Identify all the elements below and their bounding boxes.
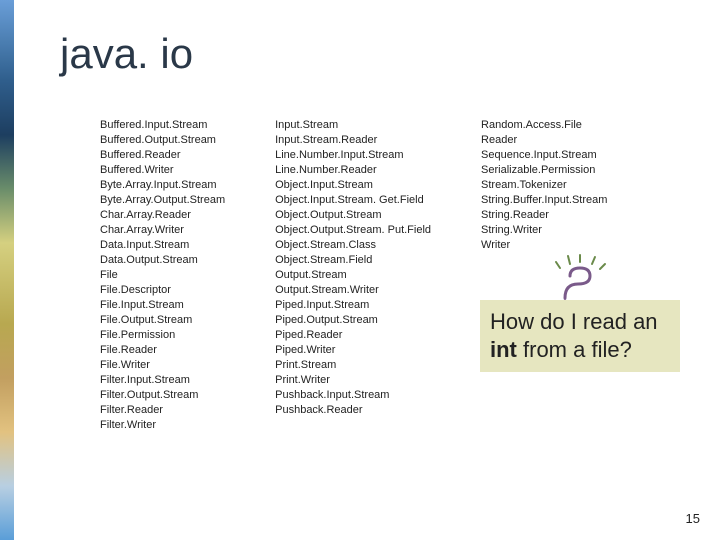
class-item: Object.Output.Stream (275, 208, 431, 223)
class-item: Byte.Array.Input.Stream (100, 178, 225, 193)
class-item: Print.Stream (275, 358, 431, 373)
class-item: File.Writer (100, 358, 225, 373)
class-item: Object.Stream.Field (275, 253, 431, 268)
class-item: String.Reader (481, 208, 607, 223)
class-item: Pushback.Input.Stream (275, 388, 431, 403)
question-callout: How do I read an int from a file? (480, 300, 680, 372)
class-item: Output.Stream (275, 268, 431, 283)
class-item: Object.Input.Stream (275, 178, 431, 193)
class-item: Buffered.Writer (100, 163, 225, 178)
class-item: Pushback.Reader (275, 403, 431, 418)
class-item: Filter.Writer (100, 418, 225, 433)
class-item: Char.Array.Reader (100, 208, 225, 223)
column-1: Buffered.Input.StreamBuffered.Output.Str… (100, 118, 225, 433)
question-text-bold: int (490, 337, 517, 362)
class-item: Filter.Reader (100, 403, 225, 418)
class-item: File.Input.Stream (100, 298, 225, 313)
class-item: Input.Stream (275, 118, 431, 133)
class-item: File.Descriptor (100, 283, 225, 298)
class-item: Byte.Array.Output.Stream (100, 193, 225, 208)
class-item: File (100, 268, 225, 283)
confused-question-icon (550, 254, 610, 304)
decorative-left-strip (0, 0, 14, 540)
class-item: String.Buffer.Input.Stream (481, 193, 607, 208)
class-item: Piped.Reader (275, 328, 431, 343)
class-item: Filter.Output.Stream (100, 388, 225, 403)
class-item: Stream.Tokenizer (481, 178, 607, 193)
class-item: Print.Writer (275, 373, 431, 388)
class-item: Piped.Input.Stream (275, 298, 431, 313)
class-item: Line.Number.Reader (275, 163, 431, 178)
class-item: Writer (481, 238, 607, 253)
question-text-post: from a file? (517, 337, 632, 362)
class-item: Input.Stream.Reader (275, 133, 431, 148)
class-item: Serializable.Permission (481, 163, 607, 178)
class-item: Buffered.Reader (100, 148, 225, 163)
class-item: File.Output.Stream (100, 313, 225, 328)
page-number: 15 (686, 511, 700, 526)
class-item: Data.Output.Stream (100, 253, 225, 268)
class-item: Line.Number.Input.Stream (275, 148, 431, 163)
class-item: Reader (481, 133, 607, 148)
slide-title: java. io (60, 30, 193, 78)
class-item: Sequence.Input.Stream (481, 148, 607, 163)
class-item: Object.Input.Stream. Get.Field (275, 193, 431, 208)
class-item: File.Permission (100, 328, 225, 343)
class-item: Buffered.Input.Stream (100, 118, 225, 133)
class-item: Char.Array.Writer (100, 223, 225, 238)
class-item: Piped.Writer (275, 343, 431, 358)
column-2: Input.StreamInput.Stream.ReaderLine.Numb… (275, 118, 431, 433)
class-item: Buffered.Output.Stream (100, 133, 225, 148)
class-item: Filter.Input.Stream (100, 373, 225, 388)
question-text-pre: How do I read an (490, 309, 658, 334)
class-item: Output.Stream.Writer (275, 283, 431, 298)
class-item: Data.Input.Stream (100, 238, 225, 253)
class-item: Random.Access.File (481, 118, 607, 133)
class-item: String.Writer (481, 223, 607, 238)
class-item: Piped.Output.Stream (275, 313, 431, 328)
class-item: Object.Output.Stream. Put.Field (275, 223, 431, 238)
class-item: File.Reader (100, 343, 225, 358)
class-item: Object.Stream.Class (275, 238, 431, 253)
